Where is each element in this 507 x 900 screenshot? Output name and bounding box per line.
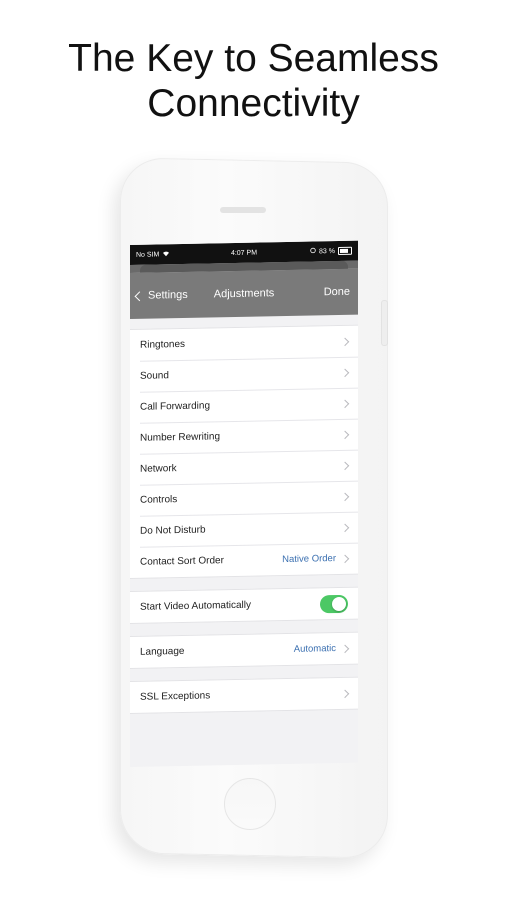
- row-ssl-exceptions[interactable]: SSL Exceptions: [130, 678, 358, 713]
- chevron-right-icon: [340, 399, 350, 408]
- phone-screen: No SIM 4:07 PM 83 % Settings Adjustments…: [130, 240, 358, 767]
- row-label: Language: [140, 645, 185, 658]
- row-language[interactable]: Language Automatic: [130, 633, 358, 668]
- row-label: Contact Sort Order: [140, 555, 224, 568]
- row-label: Number Rewriting: [140, 431, 221, 444]
- row-label: Do Not Disturb: [140, 524, 206, 537]
- row-label: Network: [140, 463, 177, 475]
- row-start-video-automatically: Start Video Automatically: [130, 588, 358, 623]
- headline-line-1: The Key to Seamless: [68, 37, 439, 80]
- row-value: Native Order: [282, 553, 336, 566]
- chevron-right-icon: [340, 523, 350, 532]
- settings-group-ssl: SSL Exceptions: [130, 676, 358, 714]
- status-time: 4:07 PM: [230, 249, 258, 257]
- nav-title: Adjustments: [213, 287, 275, 301]
- row-label: Start Video Automatically: [140, 599, 251, 613]
- row-ringtones[interactable]: Ringtones: [130, 326, 358, 361]
- row-label: Sound: [140, 370, 169, 382]
- phone-side-button: [381, 300, 388, 346]
- headline-line-2: Connectivity: [147, 82, 360, 125]
- row-number-rewriting[interactable]: Number Rewriting: [130, 419, 358, 454]
- chevron-right-icon: [340, 368, 350, 377]
- chevron-right-icon: [340, 337, 350, 346]
- row-network[interactable]: Network: [130, 450, 358, 485]
- row-value: Automatic: [293, 643, 336, 655]
- row-label: Call Forwarding: [140, 400, 211, 413]
- row-label: Ringtones: [140, 338, 186, 351]
- settings-group-video: Start Video Automatically: [130, 586, 358, 624]
- settings-group-language: Language Automatic: [130, 631, 358, 669]
- start-video-toggle[interactable]: [320, 594, 348, 613]
- phone-home-button[interactable]: [224, 778, 276, 830]
- chevron-right-icon: [340, 430, 350, 439]
- headline: The Key to Seamless Connectivity: [0, 36, 507, 126]
- row-sound[interactable]: Sound: [130, 357, 358, 392]
- row-call-forwarding[interactable]: Call Forwarding: [130, 388, 358, 423]
- settings-group-main: Ringtones Sound Call Forwarding Number R…: [130, 324, 358, 579]
- chevron-right-icon: [340, 644, 350, 653]
- chevron-right-icon: [340, 554, 350, 563]
- row-do-not-disturb[interactable]: Do Not Disturb: [130, 512, 358, 547]
- nav-bar: Settings Adjustments Done: [130, 268, 358, 319]
- row-label: SSL Exceptions: [140, 690, 211, 703]
- chevron-right-icon: [340, 492, 350, 501]
- row-label: Controls: [140, 494, 178, 506]
- chevron-right-icon: [340, 461, 350, 470]
- battery-icon: [338, 246, 352, 256]
- chevron-right-icon: [340, 689, 350, 698]
- row-controls[interactable]: Controls: [130, 481, 358, 516]
- row-contact-sort-order[interactable]: Contact Sort Order Native Order: [130, 543, 358, 578]
- phone-speaker: [220, 207, 266, 213]
